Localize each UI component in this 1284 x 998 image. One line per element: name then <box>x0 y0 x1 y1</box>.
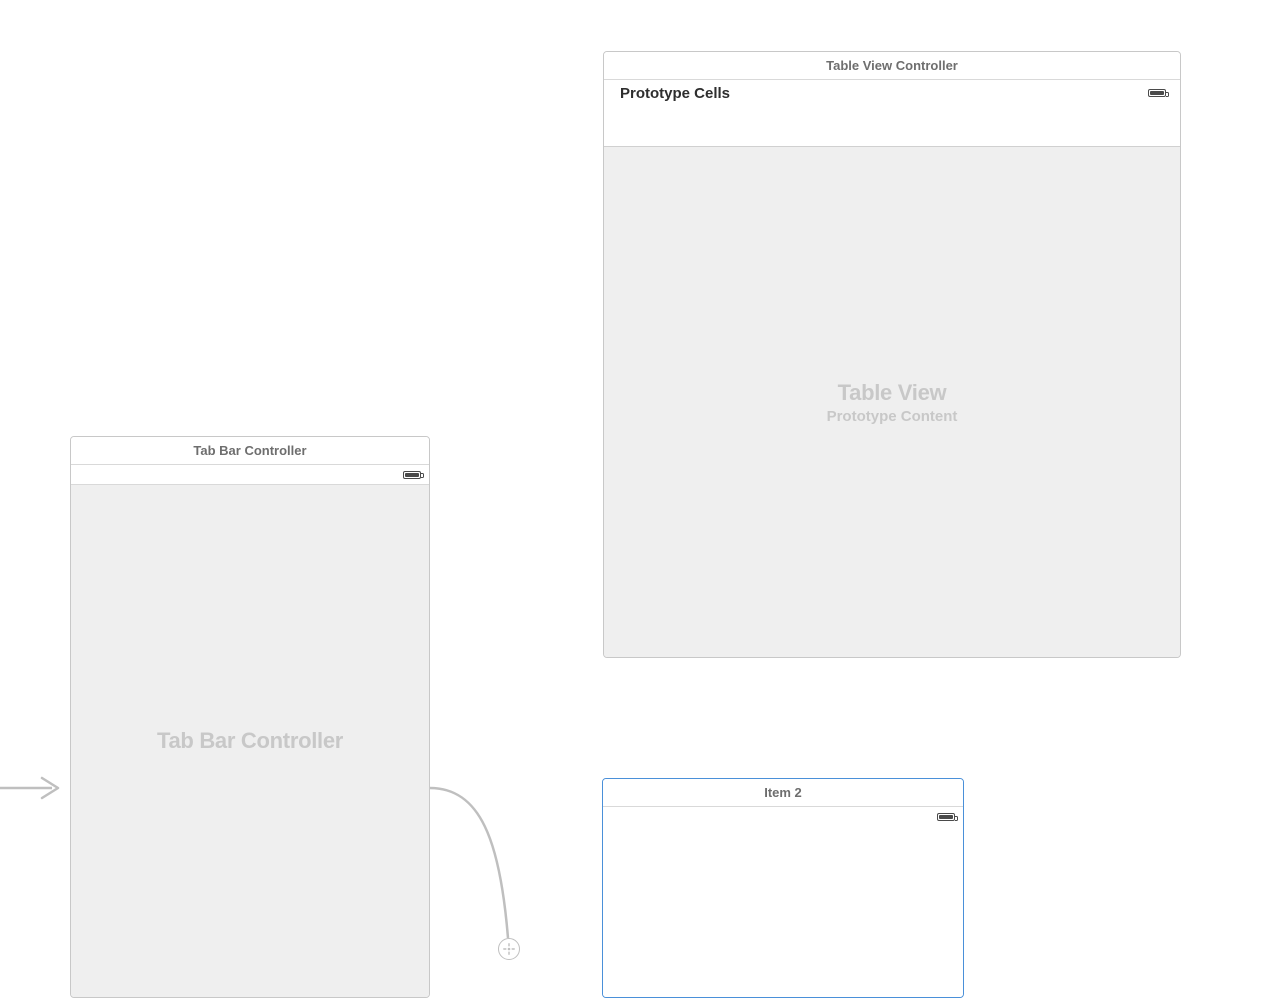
battery-icon <box>1148 89 1166 97</box>
placeholder-label: Table View <box>838 380 947 406</box>
table-view-body[interactable]: Table View Prototype Content <box>604 147 1180 657</box>
scene-table-view-controller[interactable]: Table View Controller Prototype Cells Ta… <box>603 51 1181 658</box>
battery-icon <box>403 471 421 479</box>
scene-title: Item 2 <box>603 779 963 807</box>
scene-body <box>603 827 963 997</box>
segue-node-icon[interactable] <box>498 938 520 960</box>
status-bar <box>603 807 963 827</box>
scene-body: Tab Bar Controller <box>71 485 429 997</box>
segue-connection[interactable] <box>430 780 610 980</box>
placeholder-sublabel: Prototype Content <box>827 408 958 425</box>
prototype-cells-label: Prototype Cells <box>620 85 730 102</box>
status-bar <box>71 465 429 485</box>
battery-icon <box>937 813 955 821</box>
placeholder-label: Tab Bar Controller <box>157 728 343 754</box>
scene-item-2[interactable]: Item 2 <box>602 778 964 998</box>
scene-title: Table View Controller <box>604 52 1180 80</box>
prototype-cell-row[interactable] <box>604 106 1180 146</box>
scene-tab-bar-controller[interactable]: Tab Bar Controller Tab Bar Controller <box>70 436 430 998</box>
prototype-cells-section[interactable]: Prototype Cells <box>604 80 1180 147</box>
scene-title: Tab Bar Controller <box>71 437 429 465</box>
initial-vc-arrow[interactable] <box>0 772 68 804</box>
